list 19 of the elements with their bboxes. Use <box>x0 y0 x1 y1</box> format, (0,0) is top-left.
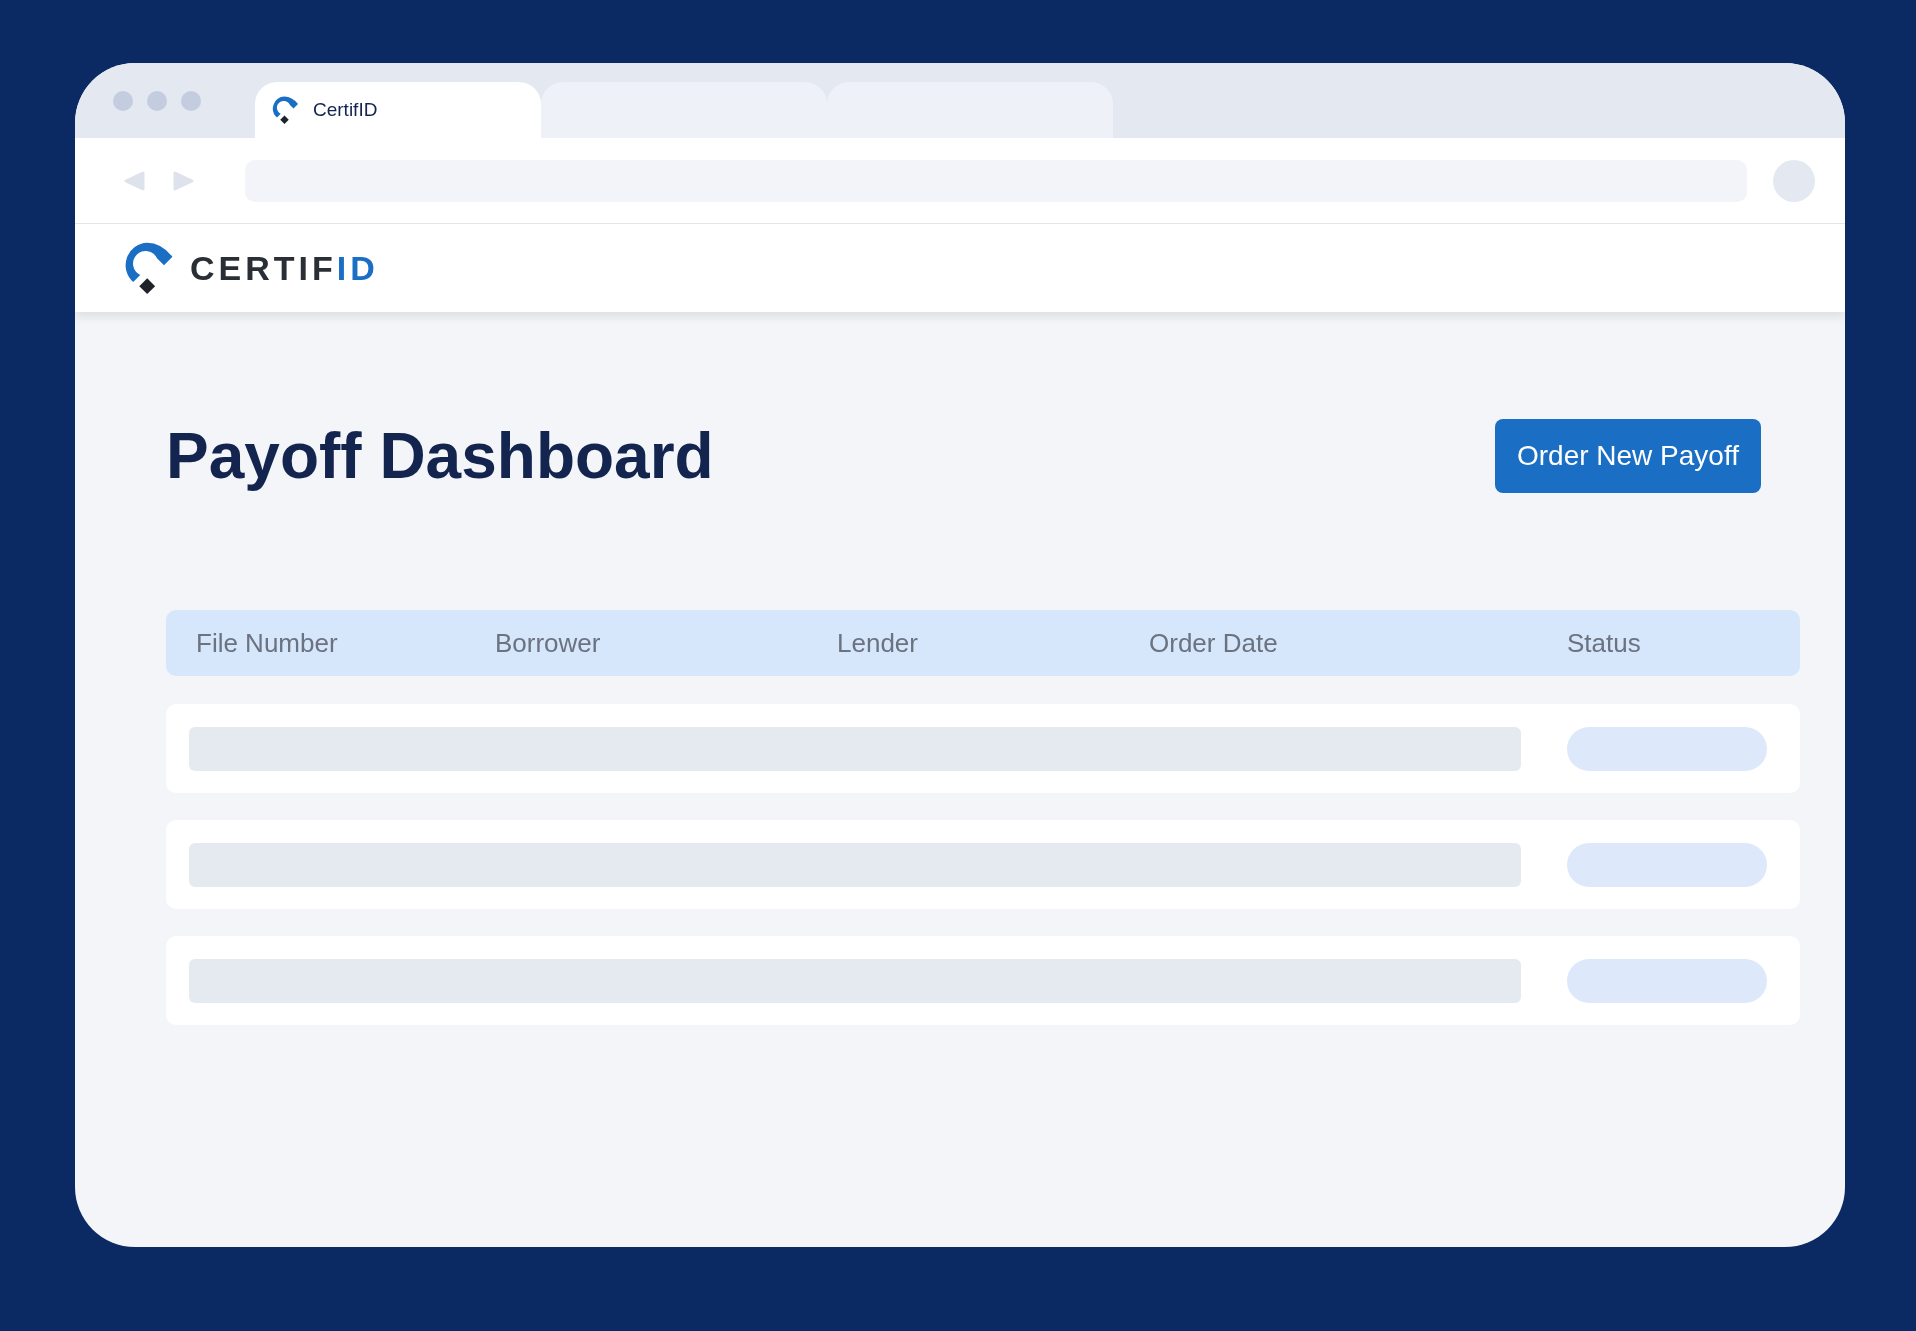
page-title: Payoff Dashboard <box>166 419 714 494</box>
browser-tab[interactable] <box>541 82 827 138</box>
forward-icon[interactable] <box>173 169 195 192</box>
order-new-payoff-button[interactable]: Order New Payoff <box>1494 419 1761 493</box>
table-row[interactable] <box>166 704 1800 793</box>
browser-tab[interactable] <box>827 82 1113 138</box>
back-icon[interactable] <box>123 169 145 192</box>
column-header: Status <box>1567 626 1642 660</box>
browser-tab[interactable]: CertifID <box>255 82 541 138</box>
column-header: Lender <box>837 626 919 660</box>
profile-avatar[interactable] <box>1773 159 1815 202</box>
column-header: Borrower <box>495 626 602 660</box>
tab-title: CertifID <box>313 97 378 122</box>
logo-wordmark: CERTIF ID <box>190 247 379 289</box>
table-row[interactable] <box>166 936 1800 1025</box>
table-row[interactable] <box>166 820 1800 909</box>
logo-icon <box>271 95 301 125</box>
column-header: File Number <box>196 626 339 660</box>
column-header: Order Date <box>1149 626 1279 660</box>
